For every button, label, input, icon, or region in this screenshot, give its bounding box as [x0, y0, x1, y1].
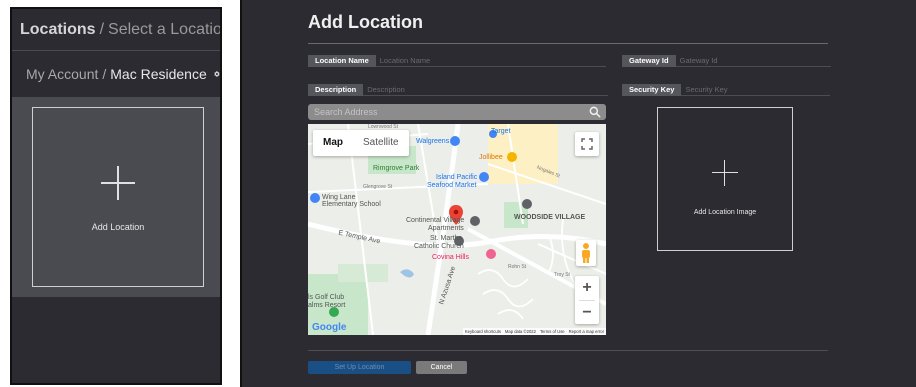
description-input[interactable]	[363, 84, 609, 96]
location-name-field-group: Location Name	[308, 55, 606, 67]
plus-icon	[101, 166, 135, 200]
breadcrumb-separator: /	[99, 20, 105, 38]
gateway-id-field-group: Gateway Id	[622, 55, 831, 67]
account-residence-name: Mac Residence	[110, 66, 207, 82]
map-label-seafood-market: Seafood Market	[427, 182, 477, 189]
map-label-walgreens: Walgreens	[416, 138, 450, 145]
map-label-target: Target	[491, 128, 511, 135]
security-key-input[interactable]	[681, 84, 831, 96]
report-error-link[interactable]: Report a map error	[569, 329, 604, 334]
security-key-label: Security Key	[622, 84, 682, 96]
gateway-id-label: Gateway Id	[622, 55, 676, 67]
search-icon[interactable]	[588, 105, 602, 119]
add-location-form: Add Location Location Name Gateway Id De…	[240, 0, 916, 387]
map-label-troy-st: Troy St	[554, 272, 570, 278]
security-key-field-group: Security Key	[622, 84, 831, 96]
address-search-input[interactable]	[308, 104, 588, 120]
map-label-lownwood-st: Lownwood St	[368, 124, 399, 130]
plus-icon	[712, 160, 738, 186]
map-type-map-button[interactable]: Map	[313, 130, 353, 156]
map-label-covina-hills: Covina Hills	[432, 254, 469, 261]
breadcrumb-separator: /	[102, 66, 107, 82]
map-label-continental-village: Continental Village	[406, 217, 465, 224]
title-divider	[308, 43, 828, 44]
location-name-label: Location Name	[308, 55, 376, 67]
sidebar-breadcrumb: Locations / Select a Location	[12, 9, 220, 51]
add-location-image-label: Add Location Image	[693, 209, 757, 216]
add-location-card[interactable]: Add Location	[32, 107, 204, 287]
map-type-switcher: Map Satellite	[313, 130, 409, 156]
breadcrumb-my-account[interactable]: My Account	[26, 66, 98, 82]
bottom-divider	[308, 350, 828, 351]
google-logo: Google	[312, 322, 346, 333]
add-location-label: Add Location	[91, 222, 145, 232]
page-title: Add Location	[308, 12, 423, 32]
set-up-location-button[interactable]: Set Up Location	[308, 361, 411, 374]
map-label-golf-club: ls Golf Club	[308, 294, 345, 301]
map-data-text: Map data ©2022	[504, 329, 536, 334]
breadcrumb-locations[interactable]: Locations	[20, 21, 96, 39]
account-breadcrumb: My Account / Mac Residence	[12, 51, 220, 97]
map-label-rohn-st: Rohn St	[508, 264, 527, 270]
location-map[interactable]: Map Satellite Target Walgreens Jollibee …	[308, 124, 606, 335]
location-name-input[interactable]	[375, 55, 606, 67]
keyboard-shortcuts-link[interactable]: Keyboard shortcuts	[465, 329, 501, 334]
map-label-resort: alms Resort	[308, 302, 346, 309]
gear-icon[interactable]	[213, 68, 220, 80]
map-label-rimgrove-park: Rimgrove Park	[373, 165, 420, 172]
pegman-icon	[582, 243, 590, 263]
locations-grid: Add Location	[12, 97, 220, 297]
street-view-pegman[interactable]	[576, 240, 596, 266]
google-logo-text: Google	[312, 322, 347, 333]
map-label-wing-lane: Wing Lane	[322, 194, 356, 201]
map-label-catholic-church: Catholic Church	[414, 243, 464, 250]
add-location-image-dropzone[interactable]: Add Location Image	[657, 107, 793, 251]
map-label-glengrove-st: Glengrove St	[363, 184, 393, 190]
zoom-out-button[interactable]: −	[575, 301, 599, 325]
fullscreen-icon	[581, 138, 593, 150]
breadcrumb-current: Select a Location	[108, 20, 222, 38]
address-search-bar	[308, 104, 606, 120]
map-label-elementary-school: Elementary School	[322, 201, 381, 208]
map-label-island-pacific: Island Pacific	[436, 174, 478, 181]
map-label-apartments: Apartments	[428, 225, 464, 232]
zoom-control: + −	[575, 276, 599, 324]
terms-link[interactable]: Terms of Use	[540, 329, 565, 334]
cancel-button[interactable]: Cancel	[416, 361, 467, 374]
map-label-woodside-village: WOODSIDE VILLAGE	[514, 214, 586, 221]
zoom-in-button[interactable]: +	[575, 276, 599, 300]
fullscreen-button[interactable]	[575, 132, 599, 156]
map-attribution: Keyboard shortcuts Map data ©2022 Terms …	[462, 328, 606, 335]
map-type-satellite-button[interactable]: Satellite	[353, 130, 409, 156]
map-label-jollibee: Jollibee	[479, 154, 503, 161]
location-sidebar: Locations / Select a Location My Account…	[10, 7, 222, 385]
description-field-group: Description	[308, 84, 609, 96]
map-label-st-martha: St. Martha	[430, 235, 463, 242]
gateway-id-input[interactable]	[675, 55, 831, 67]
description-label: Description	[308, 84, 364, 96]
